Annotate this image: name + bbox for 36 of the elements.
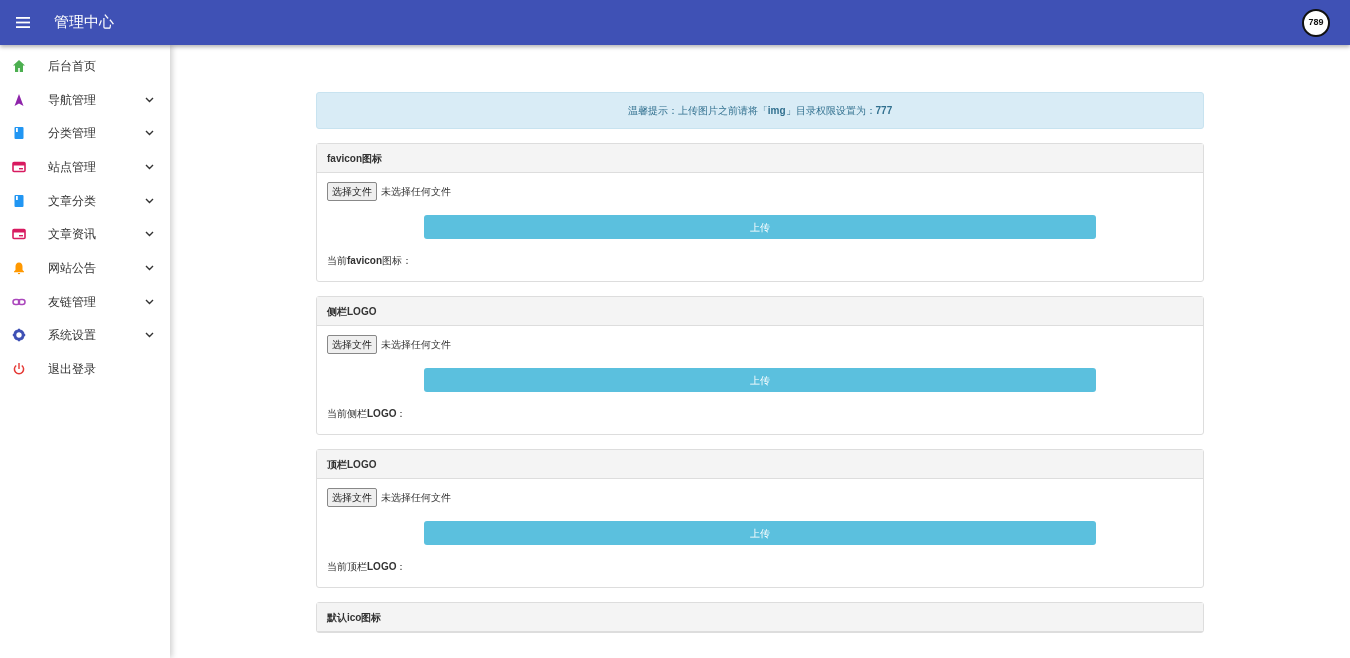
user-avatar[interactable]: 789 — [1302, 8, 1330, 37]
sidebar-item[interactable]: 后台首页 — [0, 49, 170, 83]
sidebar-item[interactable]: 分类管理 — [0, 116, 170, 151]
sidebar-item[interactable]: 文章分类 — [0, 183, 170, 218]
panel-title: 侧栏LOGO — [327, 304, 377, 319]
sidebar-item[interactable]: 友链管理 — [0, 284, 170, 319]
book-icon — [12, 193, 26, 208]
panel-title: 顶栏LOGO — [327, 457, 377, 472]
current-image-label: 当前顶栏LOGO： — [327, 559, 407, 574]
book-icon — [12, 126, 26, 141]
panel-title: favicon图标 — [327, 151, 382, 166]
sidebar-item[interactable]: 网站公告 — [0, 251, 170, 285]
sidebar-item[interactable]: 退出登录 — [0, 352, 170, 386]
panel-title: 默认ico图标 — [327, 610, 382, 625]
notice-alert: 温馨提示：上传图片之前请将「img」目录权限设置为：777 — [316, 92, 1204, 129]
file-status: 未选择任何文件 — [381, 491, 451, 505]
bell-icon — [12, 260, 26, 275]
menu-icon[interactable] — [16, 17, 30, 28]
window-icon — [12, 227, 26, 242]
file-status: 未选择任何文件 — [381, 185, 451, 199]
choose-file-button[interactable]: 选择文件 — [327, 488, 377, 507]
sidebar-item[interactable]: 站点管理 — [0, 150, 170, 184]
home-icon — [12, 58, 26, 73]
current-image-label: 当前favicon图标： — [327, 253, 412, 268]
sidebar-item[interactable]: 文章资讯 — [0, 217, 170, 252]
app-title: 管理中心 — [54, 12, 114, 33]
choose-file-button[interactable]: 选择文件 — [327, 182, 377, 201]
sidebar-item[interactable]: 导航管理 — [0, 82, 170, 117]
power-icon — [12, 362, 26, 377]
arrowhead-icon — [12, 92, 26, 107]
current-image-label: 当前侧栏LOGO： — [327, 406, 407, 421]
choose-file-button[interactable]: 选择文件 — [327, 335, 377, 354]
sidebar-item[interactable]: 系统设置 — [0, 318, 170, 353]
gear-icon — [12, 328, 26, 343]
file-status: 未选择任何文件 — [381, 338, 451, 352]
window-icon — [12, 159, 26, 174]
